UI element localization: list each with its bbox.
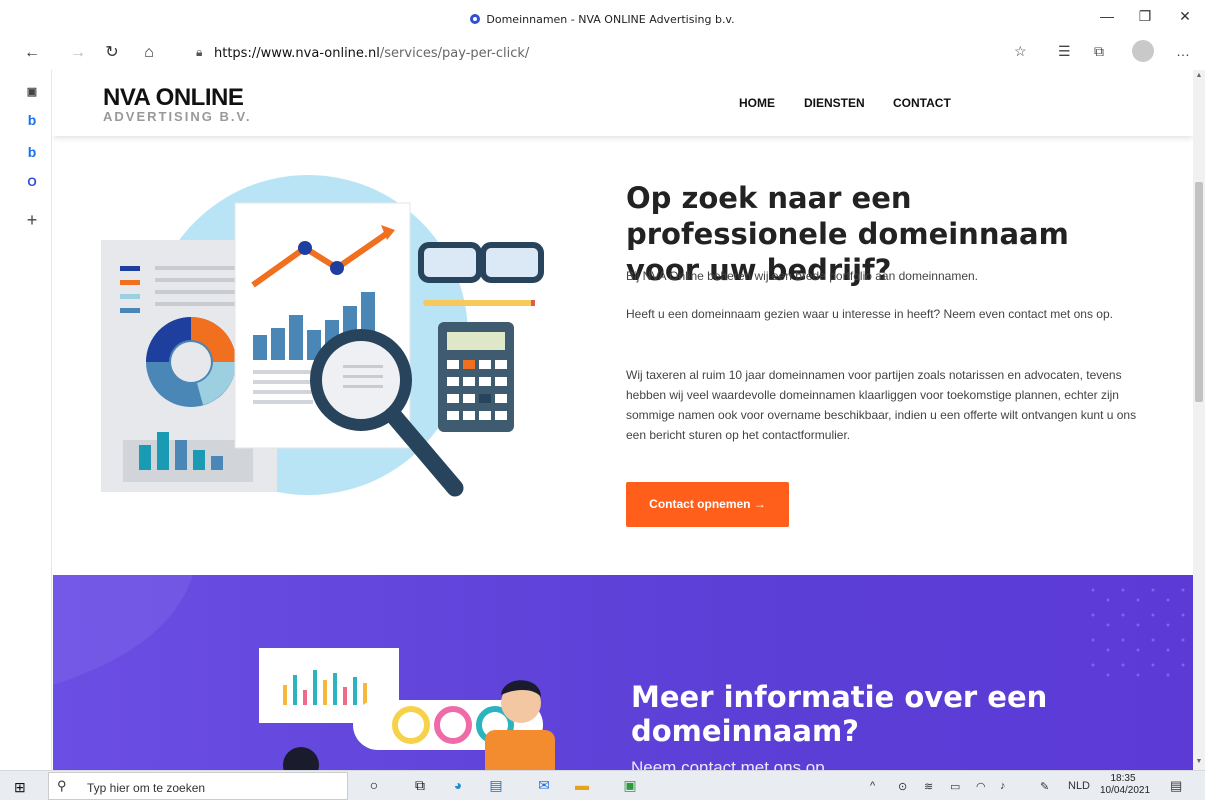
profile-avatar[interactable] [1132,40,1154,62]
edge-taskbar-icon[interactable]: ◕ [448,777,468,795]
taskbar-search-box[interactable]: ⚲ Typ hier om te zoeken [48,772,348,800]
analytics-illustration [101,175,544,497]
restore-button[interactable]: ❐ [1130,8,1160,28]
tray-pen-icon[interactable]: ✎ [1040,780,1049,793]
site-header: NVA ONLINE ADVERTISING B.V. HOME DIENSTE… [53,70,1193,136]
info-section: Meer informatie over een domeinnaam? Nee… [53,575,1193,770]
outlook-icon[interactable]: O [24,174,40,190]
file-explorer-taskbar-icon[interactable]: ▬ [572,777,592,795]
minimize-button[interactable]: — [1092,8,1122,28]
url-text[interactable]: https://www.nva-online.nl/services/pay-p… [214,46,529,61]
url-host: https://www.nva-online.nl [214,46,380,61]
tab-actions-icon[interactable]: ▣ [24,84,40,100]
home-button[interactable]: ⌂ [137,41,161,65]
url-path: /services/pay-per-click/ [379,46,530,61]
menu-contact[interactable]: CONTACT [893,96,951,110]
cortana-icon[interactable]: ○ [364,777,384,795]
menu-diensten[interactable]: DIENSTEN [804,96,865,110]
favorites-icon[interactable]: ☰ [1058,43,1071,60]
taskbar: ⊞ ⚲ Typ hier om te zoeken ○ ⧉ ◕ ▤ ✉ ▬ ▣ … [0,770,1205,800]
info-subtitle: Neem contact met ons op [631,758,825,770]
info-title: Meer informatie over een domeinnaam? [631,680,1048,748]
input-language[interactable]: NLD [1068,780,1090,792]
app-taskbar-icon[interactable]: ▣ [620,777,640,795]
window-titlebar: Domeinnamen - NVA ONLINE Advertising b.v… [0,0,1205,36]
hero-paragraph-3: Wij taxeren al ruim 10 jaar domeinnamen … [626,368,1137,442]
tray-chevron-icon[interactable]: ^ [870,780,875,792]
browser-toolbar: ← → ↻ ⌂ 🔒︎ https://www.nva-online.nl/ser… [0,36,1205,70]
task-view-icon[interactable]: ⧉ [410,777,430,795]
back-button[interactable]: ← [20,41,44,65]
window-title: Domeinnamen - NVA ONLINE Advertising b.v… [0,13,1205,26]
notifications-icon[interactable]: ▤ [1170,778,1182,794]
hero-paragraph-1: Bij NVA Online beheren wij een brede por… [626,269,978,283]
search-icon: ⚲ [57,778,67,793]
close-button[interactable]: ✕ [1170,8,1200,28]
scroll-down-icon[interactable]: ▼ [1193,758,1205,765]
tab-favicon-icon [470,14,481,24]
hero-paragraph-2: Heeft u een domeinnaam gezien waar u int… [626,307,1113,321]
page-scrollbar[interactable]: ▲ ▼ [1193,70,1205,770]
window-title-text: Domeinnamen - NVA ONLINE Advertising b.v… [486,13,735,26]
tray-wifi-icon[interactable]: ◠ [976,780,986,793]
forward-button[interactable]: → [66,41,90,65]
add-sidebar-app-icon[interactable]: + [24,211,40,229]
add-favorite-icon[interactable]: ☆ [1014,43,1027,60]
edge-sidebar: ▣ b b O + [0,70,52,770]
system-clock[interactable]: 18:35 10/04/2021 [1100,773,1151,797]
address-bar[interactable]: 🔒︎ https://www.nva-online.nl/services/pa… [176,40,1036,66]
bing-chat-icon[interactable]: b [24,144,40,160]
bing-icon[interactable]: b [24,112,40,128]
tray-volume-icon[interactable]: ♪ [1000,780,1006,792]
menu-home[interactable]: HOME [739,96,775,110]
clock-date: 10/04/2021 [1100,785,1151,796]
lock-icon[interactable]: 🔒︎ [196,45,202,60]
page-viewport: NVA ONLINE ADVERTISING B.V. HOME DIENSTE… [53,70,1193,770]
site-logo[interactable]: NVA ONLINE [103,84,244,112]
refresh-button[interactable]: ↻ [100,41,124,65]
store-taskbar-icon[interactable]: ▤ [486,777,506,795]
tray-meet-icon[interactable]: ⊙ [898,780,907,793]
scroll-up-icon[interactable]: ▲ [1193,72,1205,79]
windows-start-icon[interactable]: ⊞ [14,779,26,796]
collections-icon[interactable]: ⧉ [1094,43,1104,60]
taskbar-search-placeholder: Typ hier om te zoeken [87,781,206,795]
scrollbar-thumb[interactable] [1195,182,1203,402]
contact-button[interactable]: Contact opnemen → [626,482,789,527]
mail-taskbar-icon[interactable]: ✉ [534,777,554,795]
site-logo-subtitle[interactable]: ADVERTISING B.V. [103,109,252,124]
settings-more-icon[interactable]: … [1176,43,1190,59]
tray-network-icon[interactable]: ≋ [924,780,933,793]
clock-time: 18:35 [1110,773,1136,784]
tray-battery-icon[interactable]: ▭ [950,780,960,793]
